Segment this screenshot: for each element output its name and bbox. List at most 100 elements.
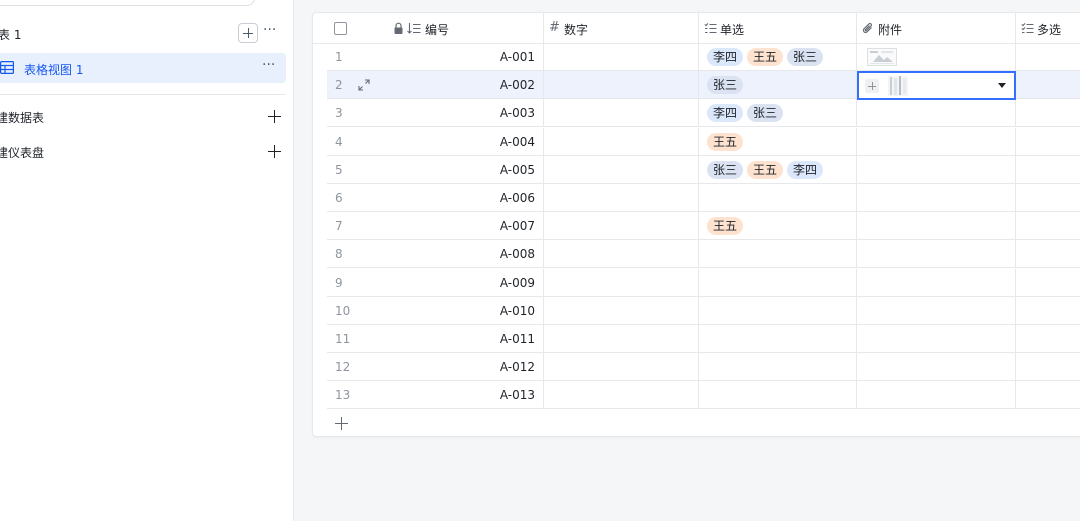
more-icon[interactable]: ··· bbox=[263, 22, 276, 38]
cell-multi-select[interactable] bbox=[1016, 156, 1080, 184]
new-dashboard-action[interactable]: 建仪表盘 bbox=[0, 140, 294, 164]
cell-single-select[interactable]: 张三 王五 李四 bbox=[699, 155, 857, 184]
plus-icon[interactable] bbox=[268, 145, 282, 159]
cell-single-select[interactable] bbox=[699, 381, 857, 410]
cell-attachment[interactable] bbox=[857, 353, 1016, 382]
sidebar-search-box[interactable] bbox=[0, 0, 255, 6]
cell-code[interactable]: 10 A-010 bbox=[327, 296, 544, 325]
cell-multi-select[interactable] bbox=[1016, 43, 1080, 71]
column-header-number[interactable]: # 数字 bbox=[544, 13, 699, 44]
table-row[interactable]: 11 A-011 bbox=[327, 325, 1080, 353]
cell-attachment[interactable] bbox=[857, 99, 1016, 128]
cell-number[interactable] bbox=[544, 155, 699, 184]
cell-attachment[interactable] bbox=[857, 155, 1016, 184]
attachment-cell-editor[interactable] bbox=[857, 71, 1016, 100]
cell-code[interactable]: 5 A-005 bbox=[327, 155, 544, 184]
cell-single-select[interactable] bbox=[699, 325, 857, 353]
plus-icon[interactable] bbox=[335, 417, 348, 430]
cell-multi-select[interactable] bbox=[1016, 99, 1080, 127]
sidebar-item-table[interactable]: 表 1 ··· bbox=[0, 20, 294, 46]
cell-attachment[interactable] bbox=[857, 212, 1016, 241]
cell-number[interactable] bbox=[544, 43, 699, 71]
cell-number[interactable] bbox=[544, 127, 699, 156]
cell-multi-select[interactable] bbox=[1016, 353, 1080, 381]
plus-icon[interactable] bbox=[268, 110, 282, 124]
new-table-action[interactable]: 建数据表 bbox=[0, 105, 294, 129]
add-view-button[interactable] bbox=[238, 23, 258, 43]
table-row[interactable]: 7 A-007 王五 bbox=[327, 212, 1080, 241]
cell-multi-select[interactable] bbox=[1016, 71, 1080, 99]
table-row[interactable]: 5 A-005 张三 王五 李四 bbox=[327, 155, 1080, 184]
cell-single-select[interactable]: 张三 bbox=[699, 71, 857, 100]
column-header-attachment[interactable]: 附件 bbox=[857, 13, 1016, 44]
cell-single-select[interactable]: 李四 王五 张三 bbox=[699, 43, 857, 71]
cell-multi-select[interactable] bbox=[1016, 184, 1080, 212]
table-row[interactable]: 10 A-010 bbox=[327, 296, 1080, 325]
cell-number[interactable] bbox=[544, 71, 699, 100]
attachment-thumbnail[interactable] bbox=[867, 48, 897, 66]
cell-single-select[interactable] bbox=[699, 353, 857, 382]
expand-record-icon[interactable] bbox=[357, 78, 371, 92]
cell-single-select[interactable] bbox=[699, 268, 857, 297]
cell-number[interactable] bbox=[544, 268, 699, 297]
add-attachment-button[interactable] bbox=[865, 79, 879, 93]
cell-number[interactable] bbox=[544, 381, 699, 410]
cell-multi-select[interactable] bbox=[1016, 128, 1080, 156]
cell-number[interactable] bbox=[544, 325, 699, 353]
cell-number[interactable] bbox=[544, 212, 699, 241]
table-row[interactable]: 13 A-013 bbox=[327, 381, 1080, 410]
cell-single-select[interactable] bbox=[699, 296, 857, 325]
table-row[interactable]: 3 A-003 李四 张三 bbox=[327, 99, 1080, 128]
cell-number[interactable] bbox=[544, 353, 699, 382]
cell-attachment[interactable] bbox=[857, 296, 1016, 325]
cell-code[interactable]: 13 A-013 bbox=[327, 381, 544, 410]
cell-code[interactable]: 1 A-001 bbox=[327, 43, 544, 71]
cell-attachment[interactable] bbox=[857, 240, 1016, 269]
cell-multi-select[interactable] bbox=[1016, 240, 1080, 268]
cell-number[interactable] bbox=[544, 296, 699, 325]
column-header-multi-select[interactable]: 多选 bbox=[1016, 13, 1080, 44]
cell-code[interactable]: 12 A-012 bbox=[327, 353, 544, 382]
cell-code[interactable]: 9 A-009 bbox=[327, 268, 544, 297]
select-all-checkbox[interactable] bbox=[334, 22, 347, 35]
view-more-icon[interactable]: ··· bbox=[262, 57, 275, 73]
cell-single-select[interactable]: 李四 张三 bbox=[699, 99, 857, 128]
cell-code[interactable]: 7 A-007 bbox=[327, 212, 544, 241]
cell-attachment[interactable] bbox=[857, 127, 1016, 156]
cell-attachment[interactable] bbox=[857, 43, 1016, 71]
chevron-down-icon[interactable] bbox=[998, 83, 1006, 88]
cell-multi-select[interactable] bbox=[1016, 381, 1080, 409]
table-row[interactable]: 12 A-012 bbox=[327, 353, 1080, 382]
cell-code[interactable]: 2 A-002 bbox=[327, 71, 544, 100]
column-header-code[interactable]: 编号 bbox=[313, 13, 544, 44]
table-row[interactable]: 9 A-009 bbox=[327, 268, 1080, 297]
cell-attachment[interactable] bbox=[857, 268, 1016, 297]
cell-multi-select[interactable] bbox=[1016, 212, 1080, 240]
cell-number[interactable] bbox=[544, 240, 699, 269]
cell-multi-select[interactable] bbox=[1016, 325, 1080, 353]
table-row[interactable]: 8 A-008 bbox=[327, 240, 1080, 269]
table-row[interactable]: 4 A-004 王五 bbox=[327, 127, 1080, 156]
sidebar-item-grid-view[interactable]: 表格视图 1 ··· bbox=[0, 53, 286, 83]
cell-multi-select[interactable] bbox=[1016, 297, 1080, 325]
cell-single-select[interactable]: 王五 bbox=[699, 212, 857, 241]
column-header-single-select[interactable]: 单选 bbox=[699, 13, 857, 44]
cell-single-select[interactable]: 王五 bbox=[699, 127, 857, 156]
attachment-thumbnail[interactable] bbox=[887, 75, 909, 97]
cell-code[interactable]: 4 A-004 bbox=[327, 127, 544, 156]
cell-attachment[interactable] bbox=[857, 325, 1016, 353]
cell-attachment[interactable] bbox=[857, 381, 1016, 410]
cell-code[interactable]: 11 A-011 bbox=[327, 325, 544, 353]
cell-single-select[interactable] bbox=[699, 184, 857, 212]
cell-code[interactable]: 3 A-003 bbox=[327, 99, 544, 128]
cell-multi-select[interactable] bbox=[1016, 269, 1080, 297]
table-row[interactable]: 6 A-006 bbox=[327, 184, 1080, 212]
add-row-button[interactable] bbox=[327, 410, 1080, 436]
cell-attachment[interactable] bbox=[857, 184, 1016, 212]
table-row[interactable]: 1 A-001 李四 王五 张三 bbox=[327, 43, 1080, 71]
cell-number[interactable] bbox=[544, 99, 699, 128]
cell-code[interactable]: 6 A-006 bbox=[327, 184, 544, 212]
cell-single-select[interactable] bbox=[699, 240, 857, 269]
cell-code[interactable]: 8 A-008 bbox=[327, 240, 544, 269]
cell-number[interactable] bbox=[544, 184, 699, 212]
